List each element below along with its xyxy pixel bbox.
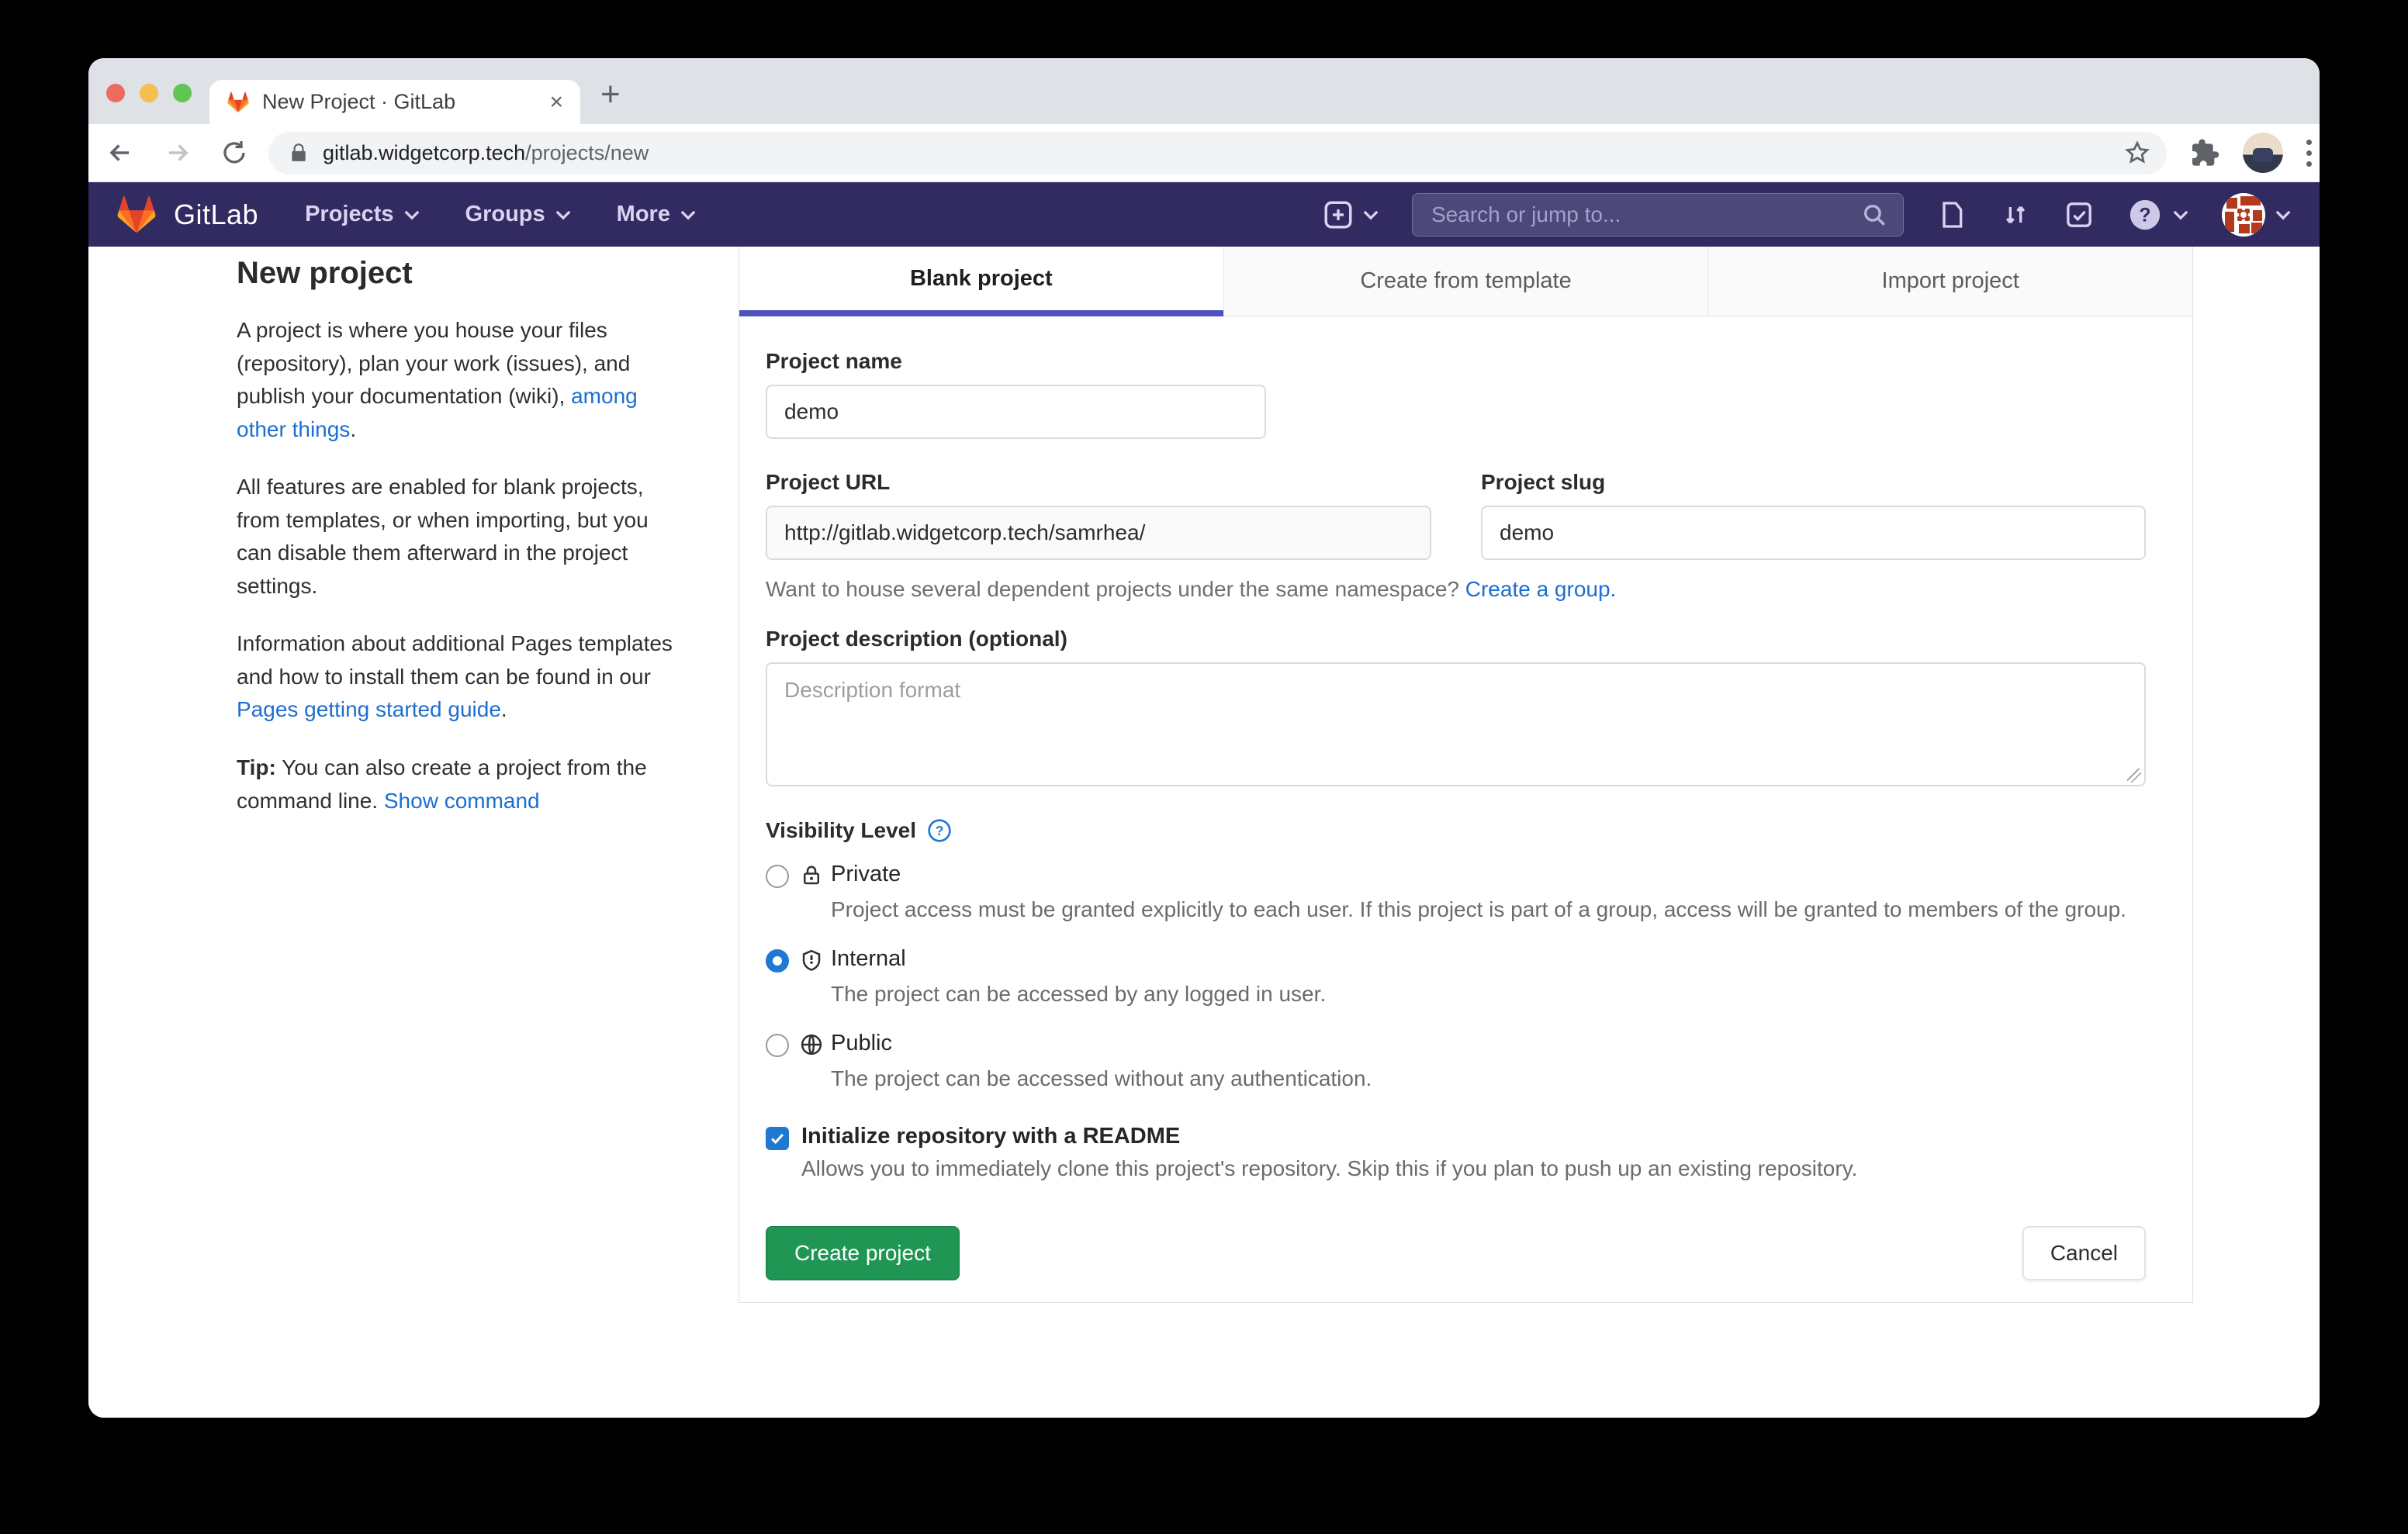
public-option-description: The project can be accessed without any … <box>831 1062 2142 1097</box>
project-slug-label: Project slug <box>1481 470 2146 495</box>
create-a-group-link[interactable]: Create a group. <box>1465 577 1617 601</box>
check-icon <box>769 1130 786 1147</box>
search-icon <box>1861 202 1887 228</box>
nav-menu-projects[interactable]: Projects <box>305 202 420 227</box>
tab-create-from-template[interactable]: Create from template <box>1223 247 1708 316</box>
help-question-icon[interactable]: ? <box>927 818 952 843</box>
browser-toolbar: gitlab.widgetcorp.tech/projects/new <box>88 124 2320 182</box>
tab-import-project[interactable]: Import project <box>1707 247 2192 316</box>
project-url-label: Project URL <box>766 470 1431 495</box>
tab-close-icon[interactable]: × <box>549 89 563 116</box>
sidebar-paragraph-1: A project is where you house your files … <box>237 314 687 446</box>
gitlab-logo-icon[interactable] <box>116 195 157 234</box>
radio-public[interactable] <box>766 1034 789 1057</box>
internal-option-label: Internal <box>831 946 2146 972</box>
help-dropdown[interactable]: ? <box>2127 197 2189 233</box>
radio-internal[interactable] <box>766 949 789 973</box>
sidebar-help-text: New project A project is where you house… <box>237 256 687 842</box>
project-slug-input[interactable] <box>1481 506 2146 560</box>
nav-menu-more[interactable]: More <box>617 202 697 227</box>
chevron-down-icon <box>680 209 697 220</box>
lock-icon <box>800 863 823 888</box>
readme-checkbox[interactable] <box>766 1127 789 1150</box>
extensions-icon[interactable] <box>2188 137 2219 168</box>
project-description-label: Project description (optional) <box>766 627 2146 651</box>
readme-label: Initialize repository with a README <box>801 1124 2146 1150</box>
back-icon[interactable] <box>106 138 135 168</box>
visibility-option-internal[interactable]: Internal The project can be accessed by … <box>766 946 2146 1012</box>
search-placeholder: Search or jump to... <box>1431 202 1861 227</box>
visibility-level-label: Visibility Level <box>766 818 916 843</box>
pages-guide-link[interactable]: Pages getting started guide <box>237 697 501 721</box>
browser-tab[interactable]: New Project · GitLab × <box>209 80 580 124</box>
browser-menu-icon[interactable] <box>2306 140 2312 167</box>
todos-icon[interactable] <box>2064 199 2095 231</box>
window-controls <box>106 84 192 102</box>
chevron-down-icon <box>2172 209 2189 220</box>
url-path: /projects/new <box>525 141 649 164</box>
sidebar-tip: Tip: You can also create a project from … <box>237 751 687 817</box>
forward-icon[interactable] <box>163 138 192 168</box>
browser-window: New Project · GitLab × + gitlab.widgetco… <box>88 58 2320 1418</box>
sidebar-paragraph-3: Information about additional Pages templ… <box>237 627 687 727</box>
close-window-button[interactable] <box>106 84 125 102</box>
visibility-option-public[interactable]: Public The project can be accessed witho… <box>766 1031 2146 1097</box>
page-content: New project A project is where you house… <box>88 247 2320 1418</box>
new-project-panel: Blank project Create from template Impor… <box>739 247 2193 1303</box>
url-text: gitlab.widgetcorp.tech/projects/new <box>323 141 2123 165</box>
search-input[interactable]: Search or jump to... <box>1412 193 1904 237</box>
resize-grip-icon[interactable] <box>2127 769 2141 783</box>
gitlab-brand-text[interactable]: GitLab <box>174 199 258 231</box>
project-type-tabs: Blank project Create from template Impor… <box>739 247 2192 316</box>
shield-icon <box>800 948 823 973</box>
page-title: New project <box>237 256 687 291</box>
browser-profile-avatar[interactable] <box>2243 133 2283 173</box>
chevron-down-icon <box>2275 209 2292 220</box>
chevron-down-icon <box>403 209 420 220</box>
chevron-down-icon <box>555 209 572 220</box>
create-project-button[interactable]: Create project <box>766 1226 960 1280</box>
gitlab-navbar: GitLab Projects Groups More Search or ju… <box>88 182 2320 247</box>
chevron-down-icon <box>1362 209 1379 220</box>
new-item-dropdown[interactable] <box>1322 199 1379 231</box>
help-icon: ? <box>2127 197 2163 233</box>
browser-tab-strip: New Project · GitLab × + <box>88 58 2320 124</box>
internal-option-description: The project can be accessed by any logge… <box>831 977 2142 1012</box>
merge-requests-icon[interactable] <box>2000 199 2031 231</box>
lock-icon <box>289 141 309 164</box>
url-domain: gitlab.widgetcorp.tech <box>323 141 525 164</box>
radio-private[interactable] <box>766 865 789 888</box>
plus-square-icon <box>1322 199 1354 231</box>
private-option-label: Private <box>831 862 2146 887</box>
user-menu[interactable] <box>2222 193 2292 237</box>
project-url-input[interactable] <box>766 506 1431 560</box>
tab-title: New Project · GitLab <box>262 90 541 114</box>
show-command-link[interactable]: Show command <box>384 789 540 813</box>
new-tab-button[interactable]: + <box>600 75 621 114</box>
fullscreen-window-button[interactable] <box>173 84 192 102</box>
readme-description: Allows you to immediately clone this pro… <box>801 1156 2146 1181</box>
svg-text:?: ? <box>2139 204 2150 226</box>
project-name-label: Project name <box>766 349 2146 374</box>
cancel-button[interactable]: Cancel <box>2022 1226 2146 1280</box>
gitlab-favicon-icon <box>227 92 250 113</box>
minimize-window-button[interactable] <box>140 84 158 102</box>
visibility-option-private[interactable]: Private Project access must be granted e… <box>766 862 2146 928</box>
issues-icon[interactable] <box>1936 199 1967 231</box>
tab-blank-project[interactable]: Blank project <box>739 247 1223 316</box>
namespace-hint: Want to house several dependent projects… <box>766 577 2146 602</box>
svg-text:?: ? <box>936 823 944 838</box>
sidebar-paragraph-2: All features are enabled for blank proje… <box>237 471 687 603</box>
user-avatar <box>2222 193 2265 237</box>
address-bar[interactable]: gitlab.widgetcorp.tech/projects/new <box>268 132 2167 174</box>
bookmark-star-icon[interactable] <box>2123 139 2151 167</box>
project-name-input[interactable] <box>766 385 1266 439</box>
globe-icon <box>800 1032 823 1057</box>
nav-menu-groups[interactable]: Groups <box>465 202 572 227</box>
readme-option[interactable]: Initialize repository with a README Allo… <box>766 1124 2146 1181</box>
public-option-label: Public <box>831 1031 2146 1056</box>
project-description-textarea[interactable] <box>766 662 2146 786</box>
private-option-description: Project access must be granted explicitl… <box>831 893 2142 928</box>
reload-icon[interactable] <box>220 139 248 167</box>
